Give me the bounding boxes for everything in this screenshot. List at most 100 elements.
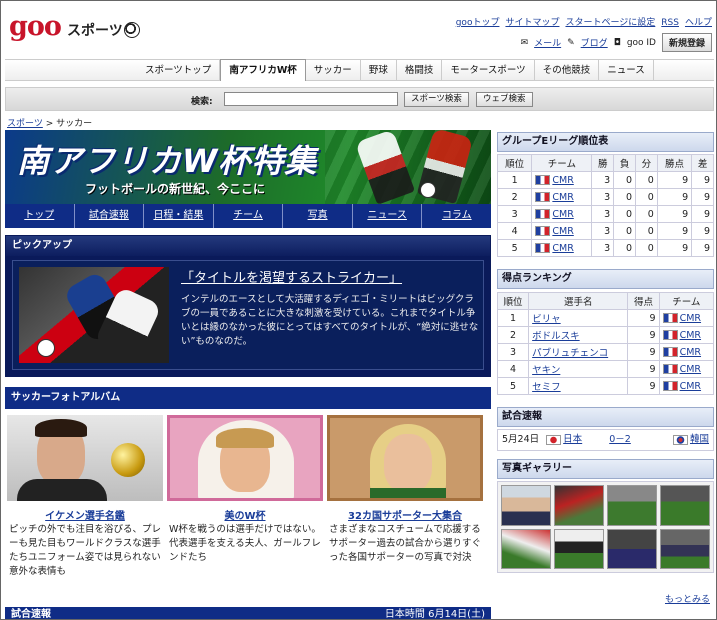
rank: 4	[496, 360, 530, 378]
player-link[interactable]: セミフ	[532, 382, 561, 393]
team-link[interactable]: CMR	[552, 243, 573, 254]
match-home-link[interactable]: 日本	[563, 434, 582, 445]
match-away-link[interactable]: 韓国	[690, 434, 709, 445]
gallery-thumb[interactable]	[501, 485, 551, 526]
nav-soccer[interactable]: サッカー	[306, 60, 361, 81]
album-card-image-1[interactable]	[7, 415, 163, 501]
gallery-thumb[interactable]	[554, 528, 604, 569]
pickup-body: 「タイトルを渇望するストライカー」 インテルのエースとして大活躍するディエゴ・ミ…	[12, 260, 484, 370]
team-link[interactable]: CMR	[552, 209, 573, 220]
gallery-thumb[interactable]	[607, 485, 657, 526]
rank: 2	[496, 188, 533, 206]
toplink-help[interactable]: ヘルプ	[685, 18, 712, 28]
link-goo-id[interactable]: goo ID	[627, 38, 656, 48]
link-blog[interactable]: ブログ	[581, 36, 608, 49]
scorers-heading[interactable]: 得点ランキング	[497, 269, 714, 289]
wins: 3	[591, 188, 615, 206]
shirt-shape	[370, 488, 446, 498]
breadcrumb-sports[interactable]: スポーツ	[7, 119, 43, 129]
web-search-button[interactable]: ウェブ検索	[476, 92, 533, 107]
live-score-title: 試合速報	[11, 609, 51, 620]
album-card-beauty: 美のW杯 W杯を戦うのは選手だけではない。代表選手を支える夫人、ガールフレンドた…	[167, 415, 323, 591]
hair-shape-2	[216, 428, 274, 448]
team-link[interactable]: CMR	[680, 381, 701, 392]
album-card-image-2[interactable]	[167, 415, 323, 501]
pickup-title-link[interactable]: 「タイトルを渇望するストライカー」	[181, 267, 402, 286]
col-loss: 負	[613, 154, 636, 172]
nav-other[interactable]: その他競技	[535, 60, 600, 81]
france-flag-icon	[535, 175, 551, 185]
match-score-link[interactable]: 0－2	[609, 434, 631, 445]
album-card-title-3[interactable]: 32カ国サポーター大集合	[327, 507, 483, 522]
gallery-thumb[interactable]	[660, 485, 710, 526]
search-input[interactable]	[224, 92, 398, 106]
brand-title[interactable]: スポーツ	[67, 20, 123, 40]
toplink-rss[interactable]: RSS	[661, 18, 679, 28]
player-cell: ヤキン	[528, 360, 629, 378]
subnav-news[interactable]: ニュース	[353, 204, 423, 228]
table-row: 5 CMR 3 0 0 9 9	[496, 239, 714, 257]
gallery-heading[interactable]: 写真ギャラリー	[497, 459, 714, 479]
diff: 9	[691, 222, 714, 240]
team-link[interactable]: CMR	[552, 175, 573, 186]
player-link[interactable]: パブリュチェンコ	[532, 348, 608, 359]
nav-wcup[interactable]: 南アフリカW杯	[220, 59, 306, 81]
live-score-date: 日本時間 6月14日(土)	[384, 609, 485, 620]
team-link[interactable]: CMR	[680, 364, 701, 375]
team-link[interactable]: CMR	[552, 226, 573, 237]
team-link[interactable]: CMR	[680, 330, 701, 341]
col-rank: 順位	[496, 292, 530, 310]
match-heading[interactable]: 試合速報	[497, 407, 714, 427]
album-card-title-1[interactable]: イケメン選手名鑑	[7, 507, 163, 522]
team-cell: CMR	[531, 171, 593, 189]
live-score-bar: 試合速報 日本時間 6月14日(土)	[5, 607, 491, 620]
photo-album-heading: サッカーフォトアルバム	[5, 387, 491, 409]
subnav-team[interactable]: チーム	[214, 204, 284, 228]
album-card-title-2[interactable]: 美のW杯	[167, 507, 323, 522]
draws: 0	[635, 171, 658, 189]
team-link[interactable]: CMR	[680, 347, 701, 358]
wcup-banner[interactable]: 南アフリカW杯特集 フットボールの新世紀、今ここに	[5, 130, 491, 204]
trophy-ball-icon	[111, 443, 145, 477]
nav-sports-top[interactable]: スポーツトップ	[137, 60, 221, 81]
gallery-thumb[interactable]	[554, 485, 604, 526]
team-link[interactable]: CMR	[680, 313, 701, 324]
table-row: 3 CMR 3 0 0 9 9	[496, 205, 714, 223]
pickup-heading: ピックアップ	[6, 236, 490, 256]
gallery-more-link[interactable]: もっとみる	[665, 592, 710, 605]
subnav-schedule[interactable]: 日程・結果	[144, 204, 214, 228]
toplink-goo-top[interactable]: gooトップ	[456, 18, 500, 28]
player-link[interactable]: ボドルスキ	[532, 331, 580, 342]
subnav-photo[interactable]: 写真	[283, 204, 353, 228]
photo-gallery	[497, 481, 714, 573]
pickup-photo[interactable]	[19, 267, 169, 363]
toplink-sitemap[interactable]: サイトマップ	[505, 18, 559, 28]
goo-logo[interactable]: goo	[9, 11, 62, 42]
nav-news[interactable]: ニュース	[599, 60, 654, 81]
gallery-thumb[interactable]	[501, 528, 551, 569]
team-link[interactable]: CMR	[552, 192, 573, 203]
gallery-thumb[interactable]	[660, 528, 710, 569]
table-row: 3 パブリュチェンコ 9 CMR	[496, 343, 715, 361]
nav-fighting[interactable]: 格闘技	[397, 60, 443, 81]
nav-motorsports[interactable]: モータースポーツ	[442, 60, 535, 81]
subnav-live[interactable]: 試合速報	[75, 204, 145, 228]
gallery-thumb[interactable]	[607, 528, 657, 569]
album-card-image-3[interactable]	[327, 415, 483, 501]
player-link[interactable]: ビリャ	[532, 314, 561, 325]
toplink-startpage[interactable]: スタートページに設定	[565, 18, 655, 28]
subnav-top[interactable]: トップ	[5, 204, 75, 228]
table-row: 1 CMR 3 0 0 9 9	[496, 171, 714, 189]
link-mail[interactable]: メール	[534, 36, 561, 49]
nav-baseball[interactable]: 野球	[361, 60, 397, 81]
draws: 0	[635, 188, 658, 206]
table-row: 1 ビリャ 9 CMR	[496, 309, 715, 327]
scorers-table: 順位 選手名 得点 チーム 1 ビリャ 9 CMR 2 ボドルスキ 9 CMR 3 パブリュチ…	[496, 292, 715, 395]
rank: 3	[496, 205, 533, 223]
standings-heading[interactable]: グループEリーグ順位表	[497, 132, 714, 152]
sports-search-button[interactable]: スポーツ検索	[404, 92, 469, 107]
signup-button[interactable]: 新規登録	[661, 33, 712, 52]
player-link[interactable]: ヤキン	[532, 365, 560, 376]
rank: 1	[496, 171, 533, 189]
subnav-column[interactable]: コラム	[422, 204, 491, 228]
